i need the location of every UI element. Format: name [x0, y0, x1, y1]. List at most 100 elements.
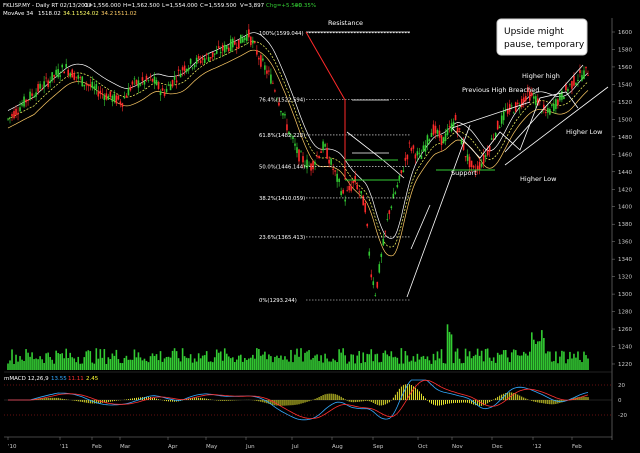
volume-bar — [159, 351, 162, 370]
volume-bar — [520, 355, 523, 370]
candle-body — [191, 67, 194, 69]
candle-body — [151, 78, 154, 82]
candle-body — [484, 155, 487, 157]
candle-body — [428, 139, 431, 142]
candle-body — [575, 82, 577, 85]
candle-body — [29, 91, 31, 100]
candle-body — [547, 108, 549, 113]
price-tick-label: 1540 — [618, 82, 632, 88]
candle-body — [358, 191, 361, 193]
candle-body — [518, 107, 521, 109]
volume-bar — [364, 362, 367, 370]
candle-body — [583, 70, 585, 79]
candle-body — [512, 112, 515, 114]
candle-body — [400, 170, 403, 174]
volume-bar — [314, 355, 316, 370]
candle-body — [83, 84, 86, 87]
candle-body — [207, 57, 210, 62]
volume-bar — [434, 360, 437, 370]
volume-bar — [428, 360, 431, 370]
volume-bar — [49, 357, 51, 370]
candle-body — [412, 145, 415, 149]
price-tick-label: 1440 — [618, 170, 632, 176]
volume-bar — [270, 356, 272, 370]
volume-bar — [105, 363, 108, 370]
volume-bar — [89, 351, 92, 370]
candle-body — [444, 133, 447, 141]
volume-bar — [356, 355, 359, 370]
volume-bar — [244, 357, 246, 370]
volume-bar — [75, 362, 78, 370]
candle-body — [460, 138, 463, 145]
candle-body — [93, 86, 96, 89]
candle-body — [81, 76, 84, 87]
candle-body — [141, 77, 144, 81]
volume-bar — [250, 357, 252, 370]
volume-bar — [242, 361, 244, 370]
ohlc-volume: V=3,897 — [240, 3, 265, 9]
candle-body — [197, 56, 200, 59]
volume-bar — [67, 358, 70, 370]
volume-bar — [394, 356, 397, 370]
volume-bar — [344, 355, 346, 370]
candle-body — [246, 34, 248, 41]
volume-bar — [61, 353, 63, 370]
volume-bar — [284, 356, 286, 370]
candle-body — [209, 56, 212, 59]
price-tick-label: 1240 — [618, 345, 632, 351]
macd-axis-ticks: 20 0 -20 — [618, 383, 627, 419]
volume-bar — [262, 354, 264, 370]
candle-body — [97, 92, 100, 97]
candle-body — [177, 69, 180, 71]
time-axis-ticks: '10 '11 Feb Mar Apr May Jun Jul Aug Sep Oct Nov Dec '… — [7, 437, 582, 450]
volume-bar — [119, 362, 122, 370]
candle-body — [410, 148, 413, 151]
candle-body — [454, 114, 457, 121]
candle-body — [551, 104, 553, 106]
macd-value-3: 2.45 — [86, 376, 99, 382]
candle-body — [442, 137, 445, 144]
candle-body — [294, 143, 296, 146]
previous-high-line — [451, 101, 531, 129]
candle-body — [434, 125, 437, 134]
volume-bar — [221, 360, 224, 370]
volume-bar — [213, 357, 216, 370]
volume-bar — [362, 352, 365, 370]
time-tick-label: Jun — [245, 444, 255, 450]
volume-bar — [91, 362, 94, 370]
volume-bar — [380, 361, 383, 370]
volume-bar — [252, 354, 254, 370]
candle-body — [396, 184, 399, 188]
volume-bar — [308, 350, 310, 370]
volume-bar — [109, 359, 112, 370]
callout-box: Upside might pause, temporary — [496, 18, 588, 56]
volume-bar — [332, 358, 334, 370]
volume-bar — [494, 362, 497, 370]
volume-bar — [35, 358, 37, 370]
candle-body — [91, 81, 94, 89]
candle-body — [139, 84, 142, 86]
volume-bar — [246, 359, 248, 370]
price-candles — [7, 24, 589, 297]
candle-body — [147, 80, 150, 81]
volume-bar — [549, 351, 551, 370]
volume-bar — [488, 357, 491, 370]
price-tick-label: 1560 — [618, 65, 632, 71]
volume-bar — [424, 359, 427, 370]
volume-bar — [476, 348, 479, 370]
volume-bar — [506, 357, 509, 370]
downswing-path — [346, 131, 405, 179]
volume-bar — [161, 361, 164, 370]
candle-body — [350, 186, 352, 191]
resistance-marker: Resistance — [306, 19, 410, 33]
volume-bar — [145, 360, 148, 370]
volume-bar — [426, 356, 429, 370]
higher-low-label-1: Higher Low — [566, 128, 603, 136]
candle-body — [268, 70, 270, 72]
candle-body — [440, 135, 443, 146]
volume-bar — [575, 357, 577, 370]
candle-body — [296, 147, 298, 154]
candle-body — [65, 63, 68, 68]
candle-body — [17, 112, 19, 115]
volume-bar — [27, 352, 29, 370]
